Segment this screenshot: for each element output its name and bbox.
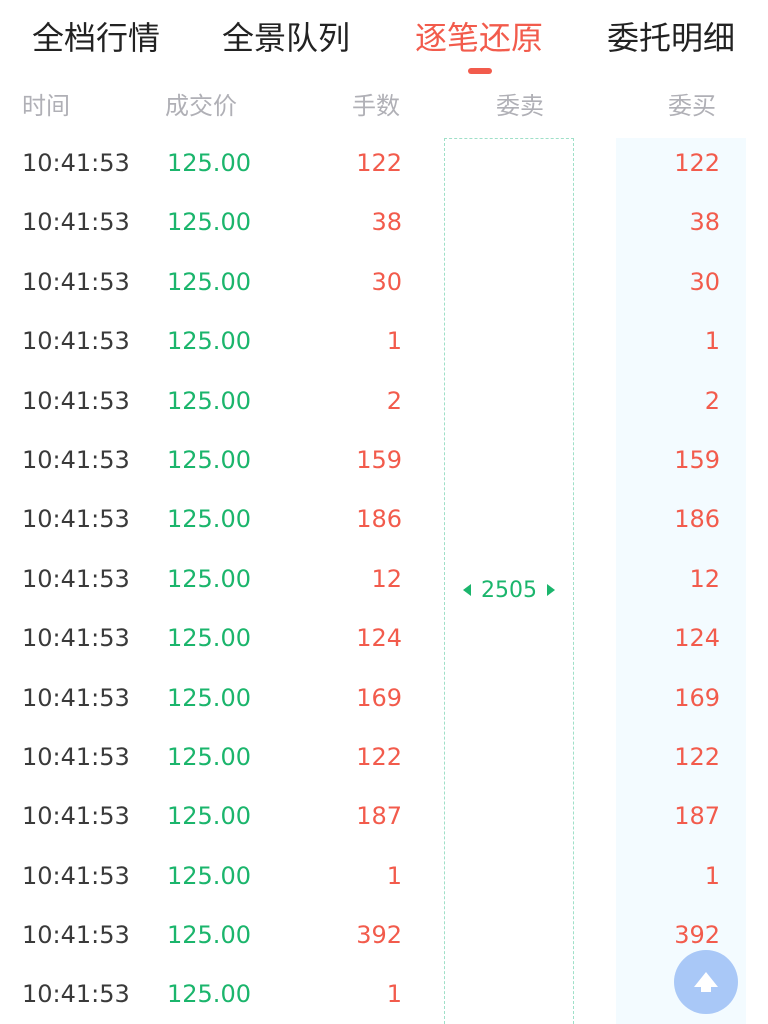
trade-price: 125.00 — [167, 921, 251, 950]
buy-order-volume: 30 — [689, 267, 720, 296]
buy-order-volume: 187 — [674, 802, 720, 831]
trade-hands: 122 — [356, 149, 402, 177]
trade-time: 10:41:53 — [22, 505, 130, 534]
trade-price: 125.00 — [167, 386, 251, 415]
trade-time: 10:41:53 — [22, 386, 130, 415]
trade-time: 10:41:53 — [22, 861, 130, 890]
arrow-up-icon — [694, 972, 718, 992]
trade-time: 10:41:53 — [22, 921, 130, 950]
header-time: 时间 — [22, 92, 70, 120]
scroll-to-top-button[interactable] — [674, 950, 738, 1014]
trade-hands: 186 — [356, 505, 402, 534]
trade-row: 10:41:53 125.00 12 12 — [0, 554, 768, 613]
trade-price: 125.00 — [167, 624, 251, 653]
trade-list[interactable]: 10:41:53 125.00 122 122 10:41:53 125.00 38 38 10… — [0, 138, 768, 1024]
trade-hands: 1 — [386, 327, 402, 356]
buy-order-volume: 1 — [704, 861, 720, 890]
trade-row: 10:41:53 125.00 124 124 — [0, 613, 768, 672]
trade-row: 10:41:53 125.00 392 392 — [0, 910, 768, 969]
trade-row: 10:41:53 125.00 122 122 — [0, 138, 768, 197]
trade-row: 10:41:53 125.00 187 187 — [0, 791, 768, 850]
header-buy: 委买 — [668, 92, 716, 120]
tab-order-details[interactable]: 委托明细 — [607, 18, 735, 58]
trade-time: 10:41:53 — [22, 445, 130, 474]
trade-row: 10:41:53 125.00 159 159 — [0, 435, 768, 494]
triangle-left-icon — [463, 583, 471, 596]
trade-row: 10:41:53 125.00 2 2 — [0, 376, 768, 435]
trade-price: 125.00 — [167, 802, 251, 831]
trade-hands: 12 — [371, 564, 402, 593]
trade-price: 125.00 — [167, 327, 251, 356]
trade-price: 125.00 — [167, 445, 251, 474]
trade-hands: 169 — [356, 683, 402, 712]
header-price: 成交价 — [165, 92, 237, 120]
trade-time: 10:41:53 — [22, 624, 130, 653]
buy-order-volume: 186 — [674, 505, 720, 534]
trade-price: 125.00 — [167, 267, 251, 296]
trade-row: 10:41:53125.0011 — [0, 969, 768, 1024]
trade-row: 10:41:53 125.00 30 30 — [0, 257, 768, 316]
trade-time: 10:41:53 — [22, 327, 130, 356]
trade-price: 125.00 — [167, 149, 251, 177]
sell-order-marker: 2505 — [444, 574, 574, 608]
trade-price: 125.00 — [167, 861, 251, 890]
buy-order-volume: 38 — [689, 208, 720, 237]
trade-hands: 159 — [356, 445, 402, 474]
trade-hands: 1 — [386, 980, 402, 1009]
trade-row: 10:41:53 125.00 1 1 — [0, 316, 768, 375]
buy-order-volume: 124 — [674, 624, 720, 653]
buy-order-volume: 2 — [704, 386, 720, 415]
trade-price: 125.00 — [167, 505, 251, 534]
trade-price: 125.00 — [167, 742, 251, 771]
trade-time: 10:41:53 — [22, 802, 130, 831]
trade-hands: 2 — [386, 386, 402, 415]
trade-time: 10:41:53 — [22, 267, 130, 296]
triangle-right-icon — [547, 583, 555, 596]
buy-order-volume: 12 — [689, 564, 720, 593]
trade-hands: 1 — [386, 861, 402, 890]
tab-full-quotes[interactable]: 全档行情 — [32, 18, 160, 58]
buy-order-volume: 392 — [674, 921, 720, 950]
trade-row: 10:41:53 125.00 122 122 — [0, 732, 768, 791]
trade-time: 10:41:53 — [22, 564, 130, 593]
tab-bar: 全档行情 全景队列 逐笔还原 委托明细 — [0, 0, 768, 80]
trade-time: 10:41:53 — [22, 742, 130, 771]
active-tab-indicator — [468, 68, 492, 74]
buy-order-volume: 159 — [674, 445, 720, 474]
header-hands: 手数 — [352, 92, 400, 120]
buy-order-volume: 122 — [674, 149, 720, 177]
trade-row: 10:41:53 125.00 169 169 — [0, 673, 768, 732]
trade-time: 10:41:53 — [22, 683, 130, 712]
trade-time: 10:41:53 — [22, 208, 130, 237]
trade-row: 10:41:53 125.00 1 1 — [0, 851, 768, 910]
trade-time: 10:41:53 — [22, 149, 130, 177]
trade-time: 10:41:53 — [22, 980, 130, 1009]
trade-price: 125.00 — [167, 208, 251, 237]
tab-panorama-queue[interactable]: 全景队列 — [222, 18, 350, 58]
trade-hands: 392 — [356, 921, 402, 950]
buy-order-volume: 1 — [704, 327, 720, 356]
buy-order-volume: 169 — [674, 683, 720, 712]
trade-row: 10:41:53 125.00 38 38 — [0, 197, 768, 256]
trade-hands: 122 — [356, 742, 402, 771]
trade-price: 125.00 — [167, 683, 251, 712]
trade-hands: 124 — [356, 624, 402, 653]
trade-price: 125.00 — [167, 980, 251, 1009]
tab-tick-replay[interactable]: 逐笔还原 — [415, 18, 543, 58]
trade-hands: 30 — [371, 267, 402, 296]
header-sell: 委卖 — [496, 92, 544, 120]
trade-hands: 38 — [371, 208, 402, 237]
trade-price: 125.00 — [167, 564, 251, 593]
trade-hands: 187 — [356, 802, 402, 831]
trade-row: 10:41:53 125.00 186 186 — [0, 494, 768, 553]
buy-order-volume: 122 — [674, 742, 720, 771]
sell-order-count: 2505 — [481, 578, 537, 603]
trade-detail-screen: 全档行情 全景队列 逐笔还原 委托明细 时间 成交价 手数 委卖 委买 10:4… — [0, 0, 768, 1024]
